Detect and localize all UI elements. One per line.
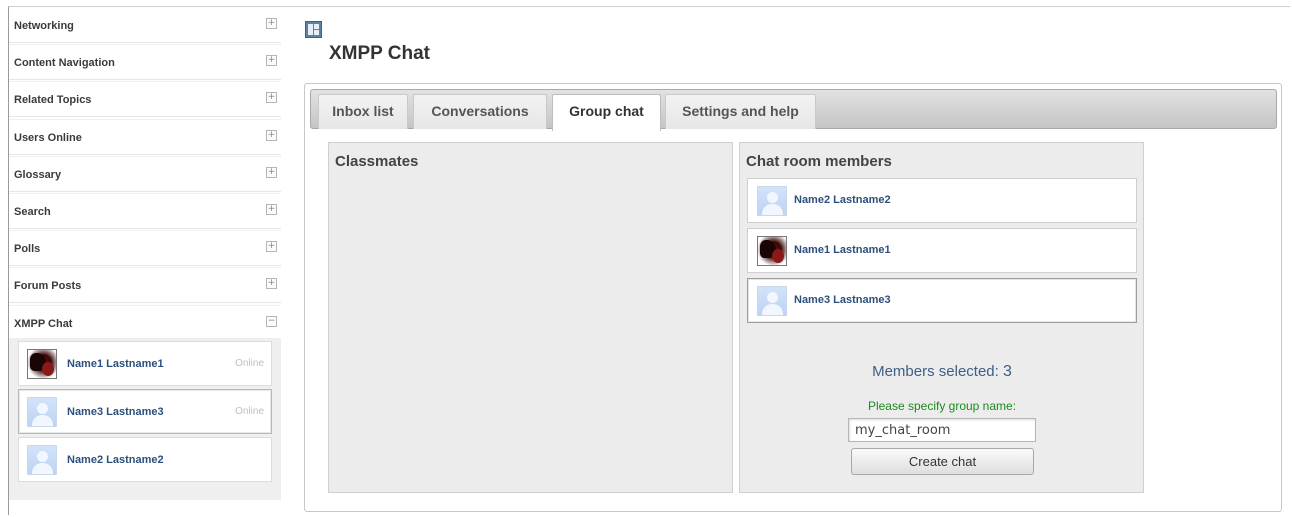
divider bbox=[9, 302, 281, 304]
photo-avatar bbox=[27, 349, 57, 379]
page-title: XMPP Chat bbox=[329, 43, 431, 64]
chat-contact-item[interactable]: Name2 Lastname2 bbox=[18, 437, 272, 482]
divider bbox=[9, 79, 281, 81]
chat-contact-item[interactable]: Name3 Lastname3 Online bbox=[18, 389, 272, 434]
chat-room-members-title: Chat room members bbox=[746, 153, 892, 170]
expand-icon[interactable]: + bbox=[266, 278, 277, 290]
block-glossary[interactable]: Glossary + bbox=[9, 157, 281, 194]
chat-room-members-pane: Chat room members Name2 Lastname2 Name1 … bbox=[739, 142, 1144, 493]
block-title: Users Online bbox=[14, 131, 82, 144]
expand-icon[interactable]: + bbox=[266, 166, 277, 178]
contact-name: Name3 Lastname3 bbox=[67, 406, 164, 418]
expand-icon[interactable]: + bbox=[266, 18, 277, 29]
members-selected-number: 3 bbox=[1002, 363, 1012, 380]
group-name-label: Please specify group name: bbox=[867, 399, 1017, 413]
tab-bar: Inbox list Conversations Group chat Sett… bbox=[310, 89, 1277, 131]
divider bbox=[9, 42, 281, 43]
block-title: Polls bbox=[14, 243, 41, 256]
classmates-title: Classmates bbox=[335, 153, 419, 170]
divider bbox=[9, 265, 281, 267]
members-selected-count: Members selected: 3 bbox=[740, 363, 1144, 381]
tab-inbox-list[interactable]: Inbox list bbox=[318, 94, 408, 129]
tab-conversations[interactable]: Conversations bbox=[413, 94, 547, 129]
block-title: Forum Posts bbox=[14, 280, 82, 293]
block-forum-posts[interactable]: Forum Posts + bbox=[9, 268, 281, 306]
expand-icon[interactable]: + bbox=[266, 129, 277, 141]
expand-icon[interactable]: + bbox=[266, 55, 277, 67]
block-title: XMPP Chat bbox=[14, 317, 73, 330]
contact-name: Name2 Lastname2 bbox=[67, 454, 164, 466]
photo-avatar bbox=[757, 236, 787, 266]
collapse-icon[interactable]: − bbox=[266, 315, 277, 327]
chat-contact-item[interactable]: Name1 Lastname1 Online bbox=[18, 341, 272, 386]
create-chat-button[interactable]: Create chat bbox=[851, 448, 1034, 475]
layout-toggle-icon[interactable] bbox=[305, 21, 322, 38]
xmpp-chat-panel: Inbox list Conversations Group chat Sett… bbox=[304, 83, 1282, 512]
block-polls[interactable]: Polls + bbox=[9, 231, 281, 269]
chat-room-member[interactable]: Name2 Lastname2 bbox=[747, 178, 1137, 223]
block-title: Content Navigation bbox=[14, 57, 115, 70]
online-status: Online bbox=[235, 406, 264, 417]
member-name: Name2 Lastname2 bbox=[794, 194, 891, 206]
divider bbox=[9, 190, 281, 192]
member-name: Name1 Lastname1 bbox=[794, 244, 891, 256]
divider bbox=[9, 227, 281, 229]
tab-group-chat[interactable]: Group chat bbox=[552, 94, 661, 131]
block-content-navigation[interactable]: Content Navigation + bbox=[9, 45, 281, 83]
default-user-avatar bbox=[27, 445, 57, 475]
chat-room-member[interactable]: Name3 Lastname3 bbox=[747, 278, 1137, 323]
members-selected-label: Members selected: bbox=[872, 363, 999, 380]
divider bbox=[9, 116, 281, 118]
expand-icon[interactable]: + bbox=[266, 203, 277, 215]
expand-icon[interactable]: + bbox=[266, 241, 277, 253]
chat-contact-list: Name1 Lastname1 Online Name3 Lastname3 O… bbox=[9, 338, 281, 500]
online-status: Online bbox=[235, 358, 264, 369]
block-related-topics[interactable]: Related Topics + bbox=[9, 82, 281, 120]
block-title: Networking bbox=[14, 20, 74, 32]
block-title: Search bbox=[14, 205, 51, 218]
default-user-avatar bbox=[757, 186, 787, 216]
block-networking[interactable]: Networking + bbox=[9, 8, 281, 46]
default-user-avatar bbox=[757, 286, 787, 316]
chat-room-member[interactable]: Name1 Lastname1 bbox=[747, 228, 1137, 273]
expand-icon[interactable]: + bbox=[266, 92, 277, 104]
group-name-input[interactable] bbox=[848, 418, 1036, 442]
default-user-avatar bbox=[27, 397, 57, 427]
block-title: Glossary bbox=[14, 168, 62, 181]
tab-settings-and-help[interactable]: Settings and help bbox=[665, 94, 816, 129]
block-users-online[interactable]: Users Online + bbox=[9, 120, 281, 157]
block-title: Related Topics bbox=[14, 94, 92, 107]
contact-name: Name1 Lastname1 bbox=[67, 358, 164, 370]
sidebar: Networking + Content Navigation + Relate… bbox=[9, 8, 281, 500]
block-search[interactable]: Search + bbox=[9, 194, 281, 232]
divider bbox=[9, 153, 281, 155]
classmates-pane: Classmates bbox=[328, 142, 733, 493]
member-name: Name3 Lastname3 bbox=[794, 294, 891, 306]
